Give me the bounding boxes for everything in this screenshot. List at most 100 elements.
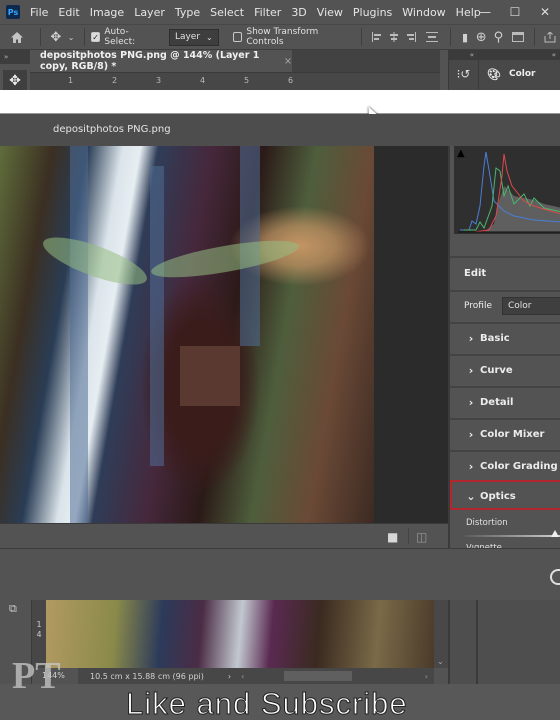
color-panel-tab[interactable]: 🎨︎ Color	[479, 60, 560, 88]
show-transform-checkbox[interactable]	[232, 32, 243, 42]
before-after-icon[interactable]: ◫	[416, 530, 427, 544]
settings-icon[interactable]	[550, 569, 560, 585]
dock-collapse-button[interactable]: «	[479, 50, 560, 60]
auto-select-checkbox[interactable]: ✓	[90, 32, 101, 42]
section-optics[interactable]: ⌄ Optics	[450, 480, 560, 510]
minimize-button[interactable]: —	[470, 0, 500, 24]
section-curve[interactable]: › Curve	[450, 354, 560, 384]
canvas-footer: ■ ◫	[0, 523, 448, 548]
ruler-tick: 4	[36, 630, 42, 639]
history-dock: « ⁝↺	[448, 50, 478, 90]
history-icon[interactable]: ⁝↺	[449, 60, 478, 88]
menu-edit[interactable]: Edit	[58, 6, 79, 19]
menu-select[interactable]: Select	[210, 6, 244, 19]
menu-view[interactable]: View	[317, 6, 343, 19]
menu-layer[interactable]: Layer	[134, 6, 165, 19]
divider	[361, 28, 363, 46]
profile-label: Profile	[464, 301, 492, 311]
image-detail	[38, 228, 152, 294]
section-label: Curve	[480, 364, 513, 376]
image-detail	[150, 166, 164, 466]
3d-mode-icon[interactable]: ▮	[457, 31, 472, 44]
image-detail	[148, 233, 302, 285]
section-label: Optics	[480, 490, 516, 502]
edit-header: Edit	[450, 256, 560, 288]
section-detail[interactable]: › Detail	[450, 386, 560, 416]
document-tab-title: depositphotos PNG.png @ 144% (Layer 1 co…	[40, 50, 260, 72]
move-tool-icon[interactable]: ✥	[47, 30, 64, 45]
menu-plugins[interactable]: Plugins	[353, 6, 392, 19]
toggle-view-icon[interactable]: ■	[387, 530, 398, 544]
align-center-icon[interactable]	[385, 32, 402, 42]
share-icon[interactable]	[541, 31, 560, 43]
options-bar: ✥ ⌄ ✓ Auto-Select: Layer ⌄ Show Transfor…	[0, 24, 560, 50]
ruler-tick: 1	[68, 76, 74, 85]
section-color-grading[interactable]: › Color Grading	[450, 450, 560, 480]
photoshop-logo: Ps	[6, 5, 20, 19]
distortion-slider-thumb[interactable]	[551, 530, 560, 537]
auto-select-target-value: Layer	[174, 32, 201, 42]
section-basic[interactable]: › Basic	[450, 322, 560, 352]
vertical-scrollbar[interactable]: ⌄	[434, 600, 448, 668]
section-color-mixer[interactable]: › Color Mixer	[450, 418, 560, 448]
divider	[83, 28, 85, 46]
move-tool-button[interactable]: ✥	[3, 70, 27, 92]
menu-type[interactable]: Type	[175, 6, 200, 19]
workspace-icon[interactable]	[507, 32, 528, 42]
ruler-tick: 6	[288, 76, 294, 85]
document-size: 10.5 cm x 15.88 cm (96 ppi)	[90, 671, 204, 681]
menu-file[interactable]: File	[30, 6, 48, 19]
divider	[408, 528, 409, 544]
close-tab-icon[interactable]: ×	[284, 56, 292, 67]
palette-icon: 🎨︎	[487, 67, 501, 81]
collapsed-panel	[448, 600, 478, 684]
image-detail	[180, 346, 240, 406]
divider	[534, 28, 535, 46]
section-label: Color Mixer	[480, 428, 545, 440]
dialog-top-strip	[0, 90, 560, 114]
maximize-button[interactable]: ☐	[500, 0, 530, 24]
section-label: Color Grading	[480, 460, 558, 472]
align-right-icon[interactable]	[402, 32, 419, 42]
scroll-down-icon[interactable]: ⌄	[437, 657, 444, 666]
section-label: Basic	[480, 332, 510, 344]
ruler-tick: 2	[112, 76, 118, 85]
zoom-plus-icon[interactable]: ⊕	[473, 30, 490, 45]
clipping-warning-icon[interactable]: ▲	[457, 148, 465, 159]
distribute-icon[interactable]	[420, 32, 445, 42]
status-bar: 144% 10.5 cm x 15.88 cm (96 ppi) › ‹ ›	[32, 668, 434, 684]
close-button[interactable]: ✕	[530, 0, 560, 24]
horizontal-scrollbar-thumb[interactable]	[284, 671, 352, 681]
menu-3d[interactable]: 3D	[291, 6, 306, 19]
document-canvas-image	[46, 600, 434, 668]
scroll-right-icon[interactable]: ›	[425, 672, 428, 681]
document-tab[interactable]: depositphotos PNG.png @ 144% (Layer 1 co…	[30, 50, 292, 72]
search-icon[interactable]: ⚲	[490, 30, 507, 45]
horizontal-ruler: 1 2 3 4 5 6	[30, 72, 440, 90]
auto-select-target-dropdown[interactable]: Layer ⌄	[168, 28, 219, 46]
screen-mode-icon[interactable]: ⧉	[9, 602, 17, 616]
camera-raw-right-panel: ▲ Edit Profile Color › Basic › Curve › D…	[448, 146, 560, 548]
ruler-tick: 4	[200, 76, 206, 85]
home-icon[interactable]	[0, 31, 34, 44]
menu-window[interactable]: Window	[402, 6, 445, 19]
status-menu-arrow[interactable]: ›	[228, 672, 231, 681]
chevron-down-icon[interactable]: ⌄	[64, 33, 77, 42]
chevron-right-icon: ›	[468, 427, 474, 441]
chevron-down-icon: ⌄	[466, 489, 476, 503]
menu-image[interactable]: Image	[90, 6, 124, 19]
ruler-tick: 3	[156, 76, 162, 85]
distortion-slider[interactable]	[464, 535, 560, 537]
preview-image	[0, 146, 374, 523]
show-transform-label: Show Transform Controls	[246, 27, 319, 47]
toolbar-collapse[interactable]: »	[0, 50, 30, 64]
camera-raw-title: depositphotos PNG.png	[0, 114, 560, 146]
profile-dropdown[interactable]: Color	[502, 297, 560, 315]
dock-collapse-button[interactable]: «	[449, 50, 478, 60]
menu-filter[interactable]: Filter	[254, 6, 281, 19]
align-left-icon[interactable]	[368, 32, 385, 42]
scroll-left-icon[interactable]: ‹	[241, 672, 244, 681]
divider	[450, 28, 452, 46]
chevron-down-icon: ⌄	[206, 32, 213, 42]
chevron-right-icon: ›	[468, 331, 474, 345]
